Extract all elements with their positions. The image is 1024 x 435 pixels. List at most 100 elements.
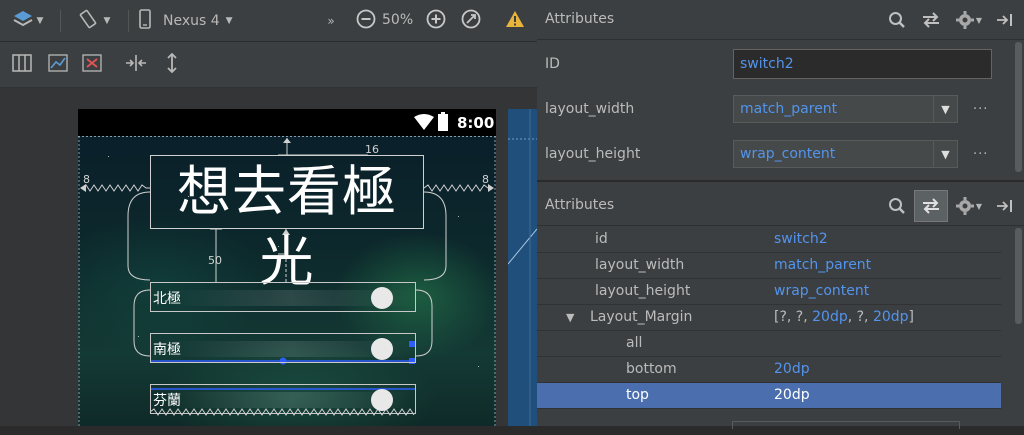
attr-value[interactable]: match_parent <box>774 257 871 273</box>
switch-south[interactable]: 南極 <box>150 333 416 363</box>
overflow-button[interactable]: » <box>320 10 342 32</box>
zoom-fit-button[interactable] <box>459 9 483 33</box>
pin-icon[interactable] <box>993 9 1017 31</box>
table-row[interactable]: layout_height wrap_content <box>537 279 1001 305</box>
table-row[interactable]: layout_width match_parent <box>537 253 1001 279</box>
clear-icon <box>82 54 102 76</box>
image-chart-icon <box>48 54 68 76</box>
toolbar-divider <box>128 10 129 32</box>
zoom-level: 50% <box>382 12 414 28</box>
device-preview[interactable]: 8:00 16 8 8 50 想去看極光 北極 南極 芬蘭 <box>78 109 496 426</box>
gear-icon[interactable]: ▼ <box>953 9 985 31</box>
layout-width-value: match_parent <box>740 101 838 117</box>
value-field-edge <box>732 421 960 429</box>
scrollbar[interactable] <box>1015 228 1022 324</box>
attr-name: layout_width <box>595 257 685 273</box>
swap-icon[interactable] <box>914 190 948 222</box>
search-icon[interactable] <box>885 195 909 217</box>
table-row-selected[interactable]: top 20dp <box>537 383 1001 409</box>
table-row[interactable]: all <box>537 331 1001 357</box>
switch-knob[interactable] <box>371 389 393 411</box>
value-part: ] <box>908 309 915 325</box>
table-row[interactable]: id switch2 <box>537 227 1001 253</box>
swap-icon[interactable] <box>919 9 943 31</box>
title-text[interactable]: 想去看極光 <box>152 157 422 293</box>
columns-icon <box>12 54 32 76</box>
switch-north[interactable]: 北極 <box>150 282 416 312</box>
warning-icon <box>505 10 525 32</box>
expand-vertical-icon <box>165 52 179 77</box>
gear-icon[interactable]: ▼ <box>953 195 985 217</box>
layout-height-value: wrap_content <box>740 146 836 162</box>
device-dropdown[interactable]: Nexus 4 ▼ <box>138 9 248 32</box>
attr-name: id <box>595 231 608 247</box>
expand-toggle-icon[interactable]: ▼ <box>566 311 574 324</box>
search-icon[interactable] <box>885 9 909 31</box>
wifi-icon <box>414 114 434 134</box>
layout-width-select[interactable]: match_parent ▼ <box>733 95 958 123</box>
value-part: 20dp <box>812 309 848 325</box>
attr-name: layout_height <box>595 283 691 299</box>
design-toolbar: ▼ ▼ Nexus 4 ▼ » 50% <box>0 0 537 42</box>
design-view-button[interactable] <box>10 54 34 76</box>
width-more-button[interactable]: ··· <box>973 102 988 117</box>
orientation-dropdown[interactable]: ▼ <box>72 9 116 33</box>
attr-name: bottom <box>626 361 677 377</box>
blueprint-preview[interactable] <box>507 109 538 426</box>
zoom-in-icon <box>426 9 446 33</box>
pin-icon[interactable] <box>993 195 1017 217</box>
switch-finland[interactable]: 芬蘭 <box>150 384 416 414</box>
attr-value[interactable]: [?, ?, 20dp, ?, 20dp] <box>774 309 914 325</box>
attributes-panel-bottom: Attributes ▼ id switch2 layout_width mat… <box>537 181 1024 429</box>
chevron-down-icon[interactable]: ▼ <box>933 141 957 167</box>
left-margin-label: 8 <box>83 173 90 186</box>
toolbar-divider <box>60 10 61 32</box>
battery-icon <box>438 112 448 135</box>
layout-height-label: layout_height <box>545 146 641 162</box>
expand-horizontal-button[interactable] <box>124 54 148 76</box>
panel-title: Attributes <box>545 11 615 27</box>
switch-knob[interactable] <box>371 287 393 309</box>
device-label: Nexus 4 <box>163 13 220 29</box>
attr-name: Layout_Margin <box>590 309 693 325</box>
layers-dropdown[interactable]: ▼ <box>8 10 48 32</box>
chevron-down-icon: ▼ <box>103 16 111 26</box>
rotate-icon <box>78 9 98 33</box>
layout-width-label: layout_width <box>545 101 635 117</box>
attr-name: all <box>626 335 643 351</box>
value-part: , ?, <box>847 309 873 325</box>
layout-height-select[interactable]: wrap_content ▼ <box>733 140 958 168</box>
id-field[interactable]: switch2 <box>733 49 992 79</box>
zoom-out-button[interactable] <box>354 9 378 33</box>
attr-value[interactable]: 20dp <box>774 361 810 377</box>
clear-constraints-button[interactable] <box>80 54 104 76</box>
chevron-down-icon[interactable]: ▼ <box>933 96 957 122</box>
attr-value[interactable]: switch2 <box>774 231 828 247</box>
attributes-header: Attributes ▼ <box>537 182 1024 226</box>
spacing-label: 50 <box>208 254 222 267</box>
zoom-out-icon <box>356 9 376 33</box>
infer-constraints-button[interactable] <box>46 54 70 76</box>
value-part: [?, ?, <box>774 309 813 325</box>
attr-value[interactable]: wrap_content <box>774 283 869 299</box>
height-more-button[interactable]: ··· <box>973 147 988 162</box>
chevron-down-icon: ▼ <box>36 16 44 26</box>
table-row[interactable]: bottom 20dp <box>537 357 1001 383</box>
attr-name: top <box>626 387 649 403</box>
expand-horizontal-icon <box>125 54 147 76</box>
zoom-fit-icon <box>461 9 481 33</box>
layers-icon <box>13 10 33 32</box>
table-row <box>537 409 1001 435</box>
switch-knob[interactable] <box>371 338 393 360</box>
table-row[interactable]: ▼ Layout_Margin [?, ?, 20dp, ?, 20dp] <box>537 305 1001 331</box>
panel-title: Attributes <box>545 197 615 213</box>
render-warning-button[interactable] <box>503 10 527 32</box>
attributes-table: id switch2 layout_width match_parent lay… <box>537 227 1001 429</box>
status-clock: 8:00 <box>457 114 495 132</box>
attributes-panel-top: Attributes ▼ ID switch2 layout_width mat… <box>537 0 1024 180</box>
expand-vertical-button[interactable] <box>160 52 184 77</box>
zoom-in-button[interactable] <box>424 9 448 33</box>
scrollbar[interactable] <box>1015 42 1022 172</box>
overflow-label: » <box>327 14 335 28</box>
attr-value[interactable]: 20dp <box>774 387 810 403</box>
